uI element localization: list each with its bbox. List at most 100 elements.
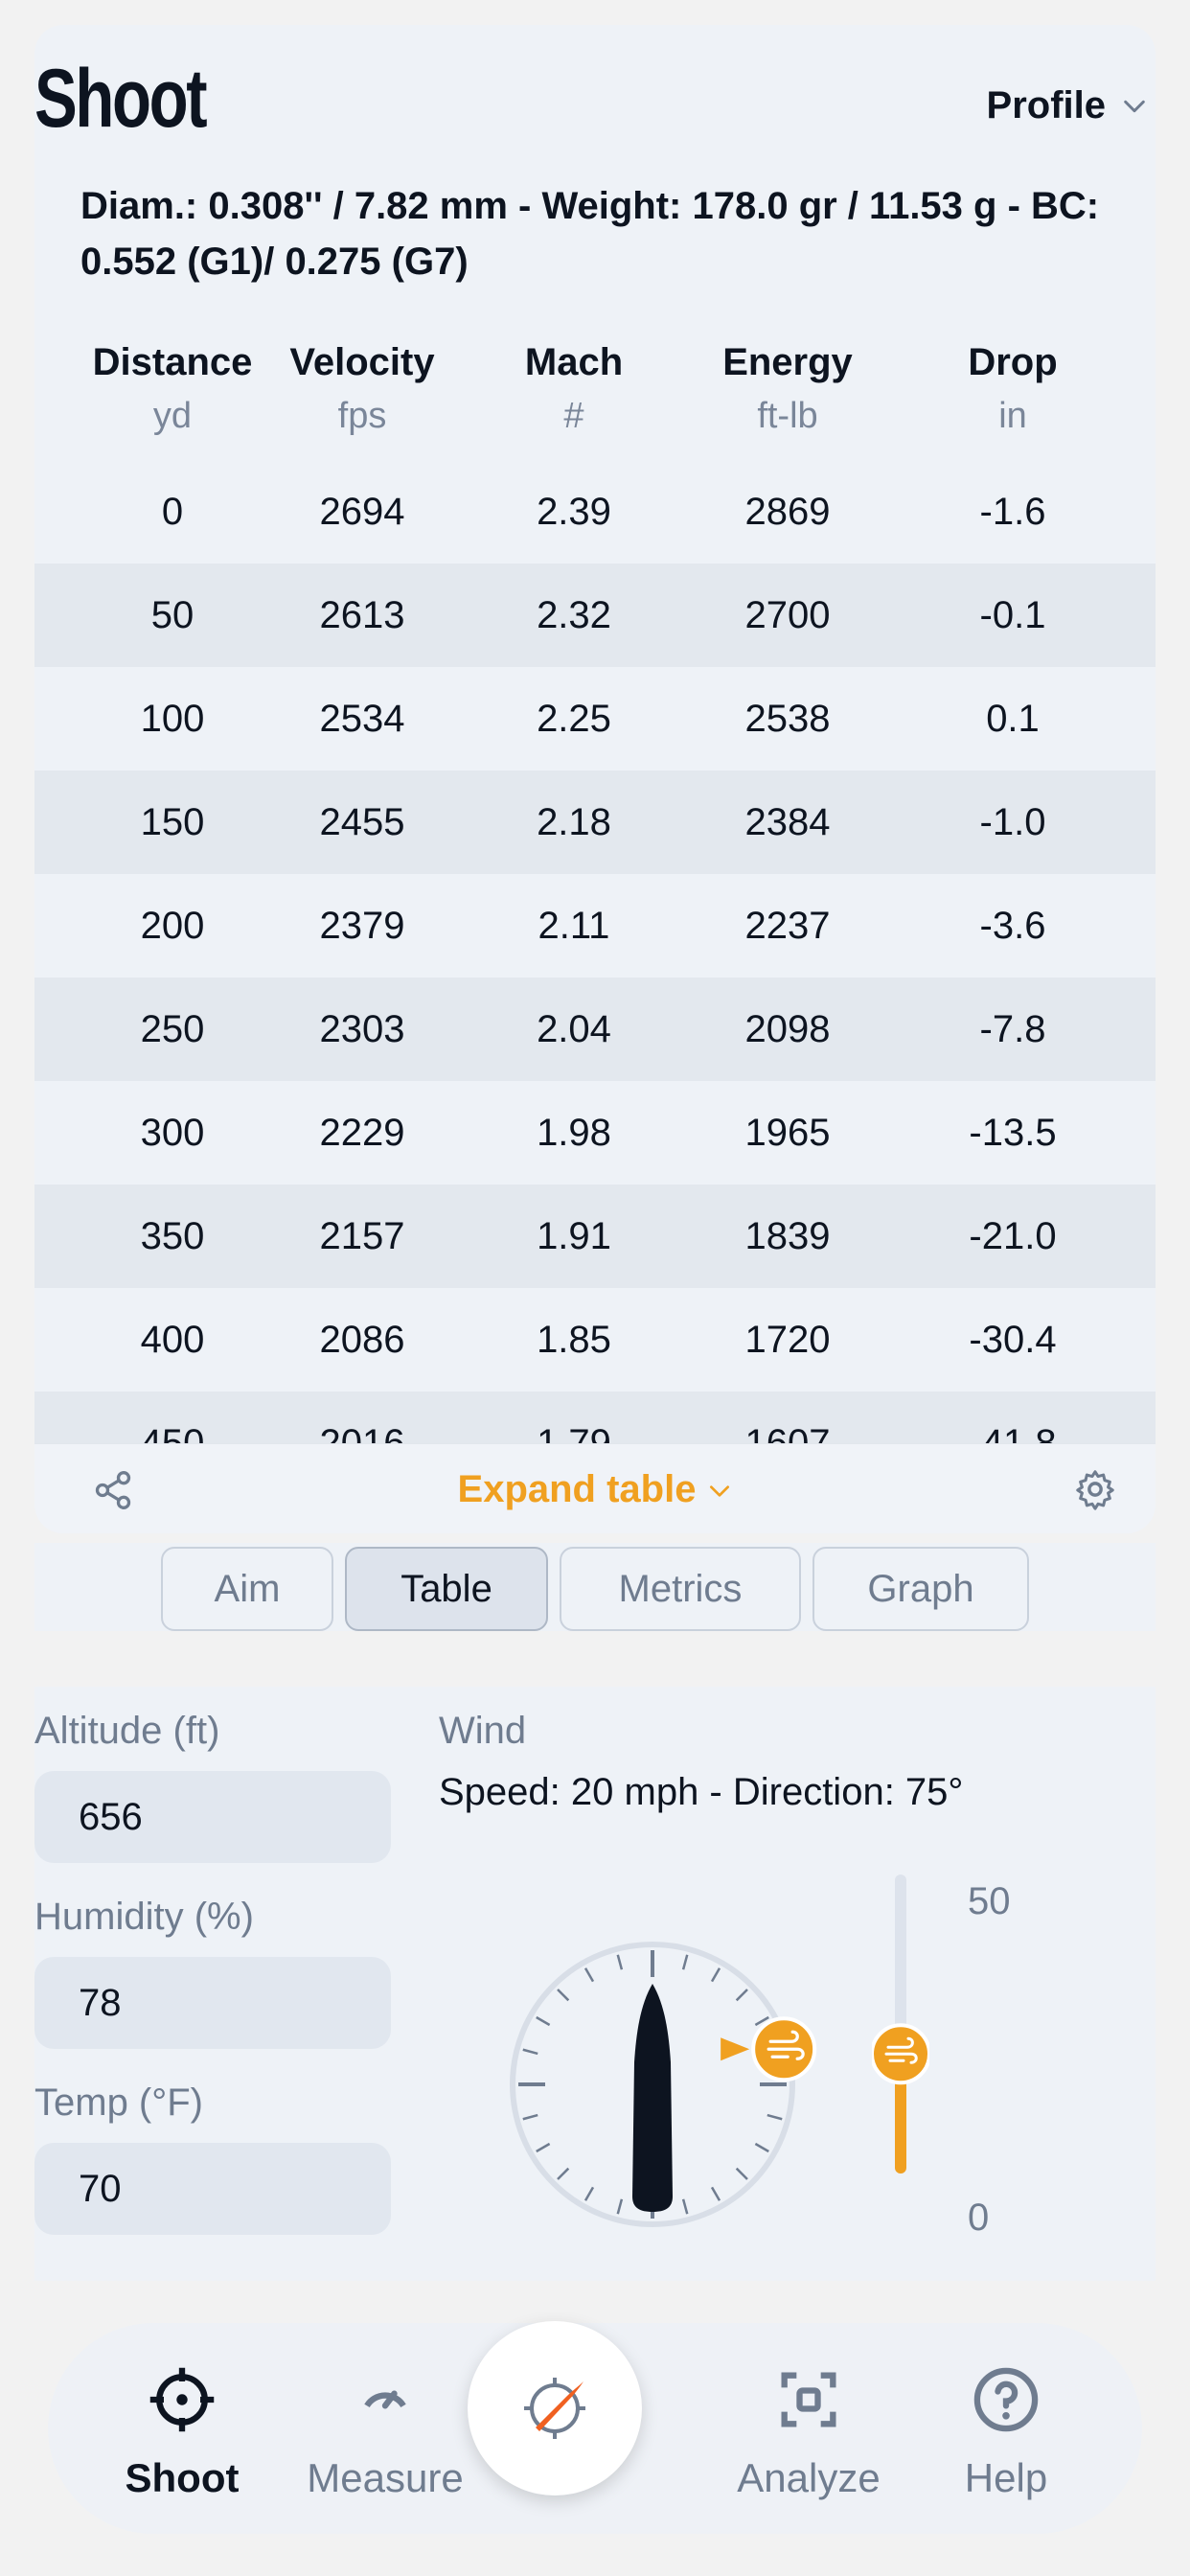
nav-measure[interactable]: Measure — [289, 2323, 481, 2534]
cell-energy: 2237 — [744, 905, 831, 947]
cell-distance: 350 — [140, 1215, 205, 1257]
quick-shoot-button[interactable] — [468, 2321, 642, 2496]
cell-energy: 1839 — [744, 1215, 831, 1257]
table-row: 250 2303 2.04 2098 -7.8 — [34, 978, 1156, 1081]
cell-drop: -30.4 — [969, 1319, 1057, 1361]
table-row: 0 2694 2.39 2869 -1.6 — [34, 460, 1156, 564]
cell-velocity: 2157 — [319, 1215, 405, 1257]
cell-velocity: 2379 — [319, 905, 405, 947]
wind-label: Wind — [439, 1710, 527, 1752]
expand-table-label: Expand table — [457, 1468, 697, 1510]
cell-distance: 450 — [140, 1422, 205, 1443]
cell-distance: 0 — [161, 491, 184, 533]
col-energy: Energy ft-lb — [722, 341, 853, 436]
tab-metrics[interactable]: Metrics — [560, 1547, 801, 1631]
cell-energy: 2869 — [744, 491, 831, 533]
cell-distance: 50 — [150, 594, 195, 636]
cell-mach: 1.85 — [537, 1319, 611, 1361]
table-row: 200 2379 2.11 2237 -3.6 — [34, 874, 1156, 978]
slider-min-label: 0 — [968, 2196, 990, 2239]
table-row: 300 2229 1.98 1965 -13.5 — [34, 1081, 1156, 1184]
projectile-specs: Diam.: 0.308'' / 7.82 mm - Weight: 178.0… — [80, 185, 1100, 283]
cell-velocity: 2534 — [319, 698, 405, 740]
cell-drop: -1.0 — [979, 801, 1046, 843]
altitude-label: Altitude (ft) — [34, 1710, 220, 1752]
cell-drop: 0.1 — [986, 698, 1040, 740]
bullet-target-icon — [524, 2378, 585, 2439]
cell-velocity: 2303 — [319, 1008, 405, 1050]
cell-energy: 2098 — [744, 1008, 831, 1050]
cell-distance: 200 — [140, 905, 205, 947]
cell-drop: -13.5 — [969, 1112, 1057, 1154]
temp-input[interactable]: 70 — [34, 2143, 391, 2235]
tab-aim[interactable]: Aim — [161, 1547, 333, 1631]
cell-energy: 1607 — [744, 1422, 831, 1443]
wind-readout: Speed: 20 mph - Direction: 75° — [439, 1771, 964, 1813]
table-row: 150 2455 2.18 2384 -1.0 — [34, 770, 1156, 874]
crosshair-icon — [149, 2367, 215, 2432]
cell-energy: 2700 — [744, 594, 831, 636]
col-drop: Drop in — [968, 341, 1058, 436]
cell-velocity: 2455 — [319, 801, 405, 843]
cell-energy: 2384 — [744, 801, 831, 843]
cell-drop: -1.6 — [979, 491, 1046, 533]
table-row: 50 2613 2.32 2700 -0.1 — [34, 564, 1156, 667]
table-row: 400 2086 1.85 1720 -30.4 — [34, 1288, 1156, 1392]
nav-analyze-label: Analyze — [737, 2455, 881, 2500]
chevron-down-icon — [1124, 100, 1145, 112]
altitude-input[interactable]: 656 — [34, 1771, 391, 1863]
cell-mach: 2.25 — [537, 698, 611, 740]
cell-mach: 2.39 — [537, 491, 611, 533]
humidity-input[interactable]: 78 — [34, 1957, 391, 2049]
cell-energy: 1965 — [744, 1112, 831, 1154]
slider-thumb-icon — [872, 2023, 929, 2085]
cell-velocity: 2613 — [319, 594, 405, 636]
tab-graph[interactable]: Graph — [812, 1547, 1029, 1631]
cell-energy: 2538 — [744, 698, 831, 740]
nav-measure-label: Measure — [307, 2455, 464, 2500]
temp-label: Temp (°F) — [34, 2082, 203, 2124]
gauge-icon — [364, 2390, 406, 2409]
cell-velocity: 2694 — [319, 491, 405, 533]
cell-distance: 400 — [140, 1319, 205, 1361]
cell-mach: 1.98 — [537, 1112, 611, 1154]
nav-shoot[interactable]: Shoot — [86, 2323, 278, 2534]
tab-table[interactable]: Table — [345, 1547, 548, 1631]
cell-distance: 150 — [140, 801, 205, 843]
gear-icon[interactable] — [1073, 1467, 1117, 1511]
slider-max-label: 50 — [968, 1880, 1011, 1922]
table-body[interactable]: 0 2694 2.39 2869 -1.6 50 2613 2.32 2700 -0.1 100 25… — [34, 460, 1156, 1443]
expand-table-button[interactable]: Expand table — [34, 1444, 1156, 1533]
profile-dropdown[interactable]: Profile — [987, 84, 1148, 127]
cell-drop: -0.1 — [979, 594, 1046, 636]
table-row: 350 2157 1.91 1839 -21.0 — [34, 1184, 1156, 1288]
cell-distance: 100 — [140, 698, 205, 740]
wind-direction-dial[interactable] — [477, 1909, 828, 2260]
cell-distance: 300 — [140, 1112, 205, 1154]
humidity-label: Humidity (%) — [34, 1896, 254, 1938]
table-header: Distance yd Velocity fps Mach # Energy ft-lb… — [34, 341, 1156, 466]
col-velocity: Velocity fps — [289, 341, 435, 436]
help-icon — [973, 2367, 1039, 2432]
col-mach: Mach # — [524, 341, 624, 436]
page-title: Shoot — [34, 53, 208, 145]
table-footer: Expand table — [34, 1443, 1156, 1533]
nav-help[interactable]: Help — [910, 2323, 1102, 2534]
cell-energy: 1720 — [744, 1319, 831, 1361]
cell-mach: 2.11 — [538, 905, 610, 947]
cell-distance: 250 — [140, 1008, 205, 1050]
col-distance: Distance yd — [92, 341, 253, 436]
cell-drop: -41.8 — [969, 1422, 1057, 1443]
wind-speed-slider[interactable] — [872, 1874, 929, 2200]
cell-drop: -3.6 — [979, 905, 1046, 947]
scan-icon — [781, 2372, 836, 2427]
table-row: 450 2016 1.79 1607 -41.8 — [34, 1392, 1156, 1443]
nav-help-label: Help — [964, 2455, 1048, 2500]
table-row: 100 2534 2.25 2538 0.1 — [34, 667, 1156, 770]
nav-analyze[interactable]: Analyze — [713, 2323, 904, 2534]
cell-velocity: 2016 — [319, 1422, 405, 1443]
cell-mach: 1.91 — [537, 1215, 611, 1257]
chevron-down-icon — [710, 1485, 730, 1498]
profile-label: Profile — [986, 84, 1106, 126]
cell-drop: -21.0 — [969, 1215, 1057, 1257]
